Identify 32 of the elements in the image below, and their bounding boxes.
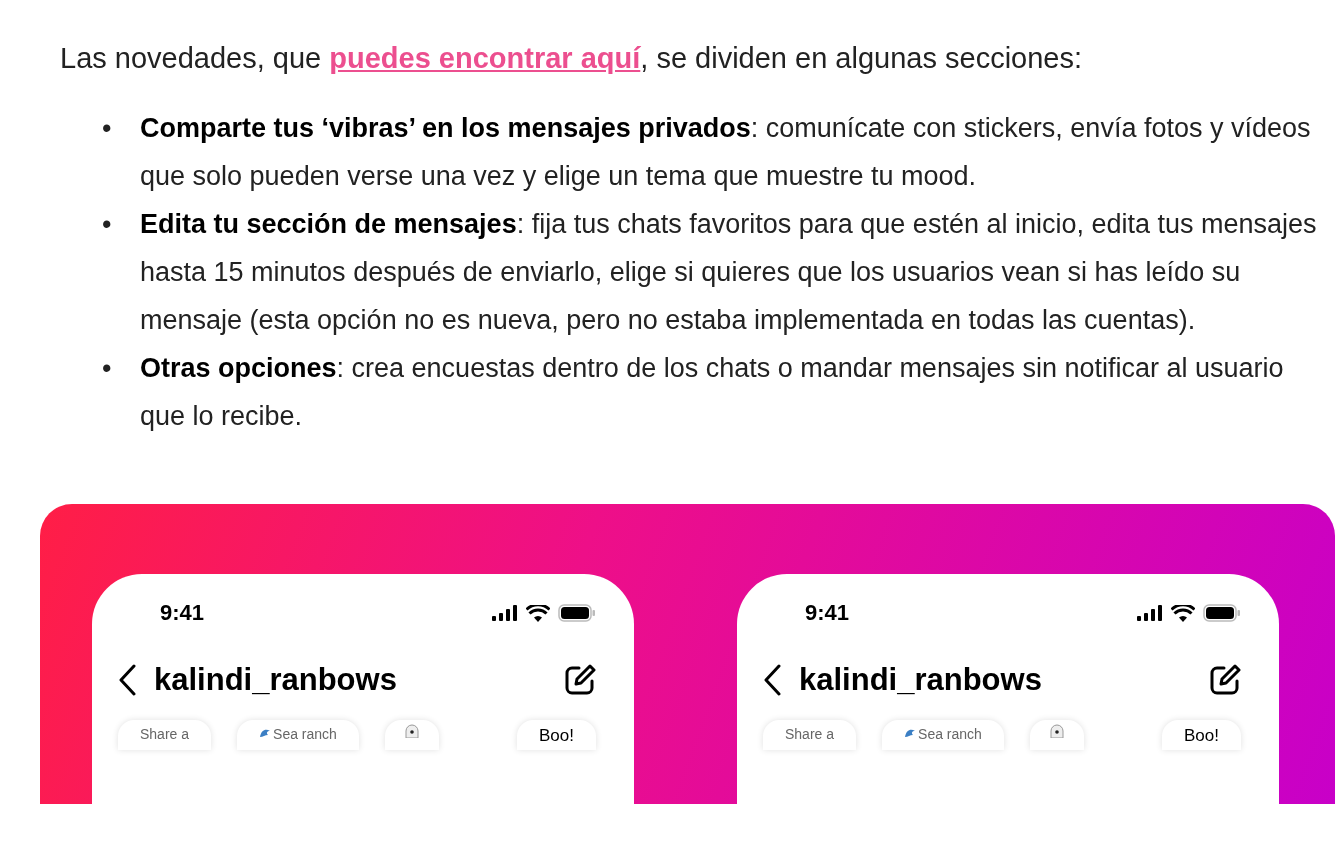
signal-icon	[1137, 605, 1163, 621]
back-chevron-icon[interactable]	[763, 664, 781, 696]
chip-label: Sea ranch	[273, 726, 337, 742]
username-title: kalindi_ranbows	[799, 662, 1043, 698]
article-link[interactable]: puedes encontrar aquí	[329, 42, 641, 74]
chip[interactable]: Share a	[118, 720, 212, 750]
wifi-icon	[526, 604, 550, 622]
bullet-item: Otras opciones: crea encuestas dentro de los chats o mandar mensajes sin notificar al usuario que lo recibe.	[140, 352, 1285, 433]
chip-label: Sea ranch	[918, 726, 982, 742]
status-time: 9:41	[805, 600, 850, 626]
bullet-marker: •	[102, 112, 113, 145]
chip[interactable]: Boo!	[517, 720, 596, 750]
compose-icon[interactable]	[564, 664, 596, 696]
ghost-icon	[402, 724, 421, 738]
intro-paragraph: Las novedades, que puedes encontrar aquí, se dividen en algunas secciones:	[59, 41, 1084, 76]
status-time: 9:41	[160, 600, 205, 626]
chip[interactable]: Boo!	[1162, 720, 1241, 750]
battery-icon	[558, 604, 596, 622]
chip[interactable]: Share a	[763, 720, 857, 750]
bullet-marker: •	[102, 352, 113, 385]
username-title: kalindi_ranbows	[154, 662, 398, 698]
back-chevron-icon[interactable]	[118, 664, 136, 696]
bullet-marker: •	[102, 208, 113, 241]
ghost-icon	[1047, 724, 1066, 738]
chip[interactable]: Sea ranch	[237, 720, 359, 750]
signal-icon	[492, 605, 518, 621]
battery-icon	[1203, 604, 1241, 622]
bullet-item: Edita tu sección de mensajes: fija tus chats favoritos para que estén al inicio, edita tus mensajes hasta 15 minutos después de enviarlo, elige si quieres que los usuarios vean si has leído su mensaje (esta opción no es nueva, pero no estaba implementada en todas las cuentas).	[140, 208, 1318, 337]
wifi-icon	[1171, 604, 1195, 622]
compose-icon[interactable]	[1209, 664, 1241, 696]
chip[interactable]: Sea ranch	[882, 720, 1004, 750]
bullet-item: Comparte tus ‘vibras’ en los mensajes privados: comunícate con stickers, envía fotos y vídeos que solo pueden verse una vez y elige un tema que muestre tu mood.	[140, 112, 1312, 193]
